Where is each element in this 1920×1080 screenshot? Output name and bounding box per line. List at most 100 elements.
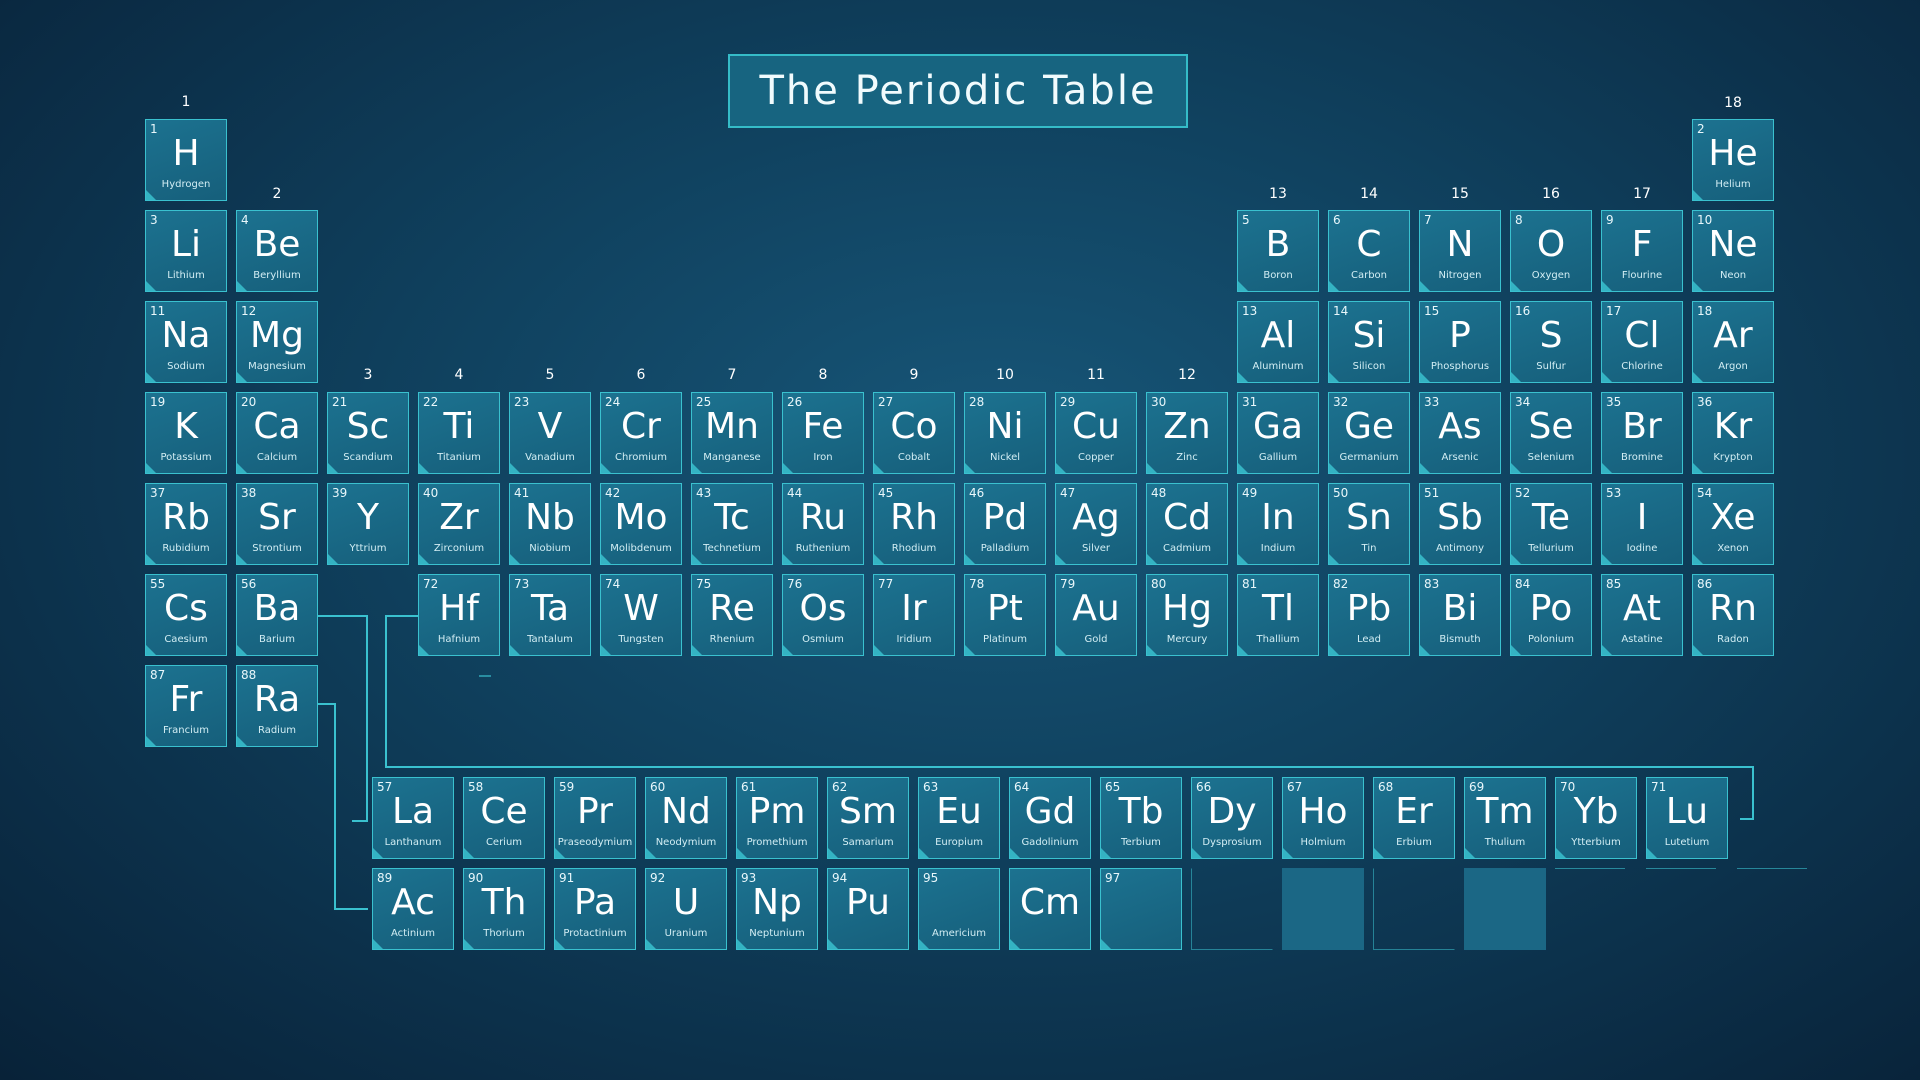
element-tile-sm[interactable]: 62 Sm Samarium — [827, 777, 909, 859]
element-tile-eu[interactable]: 63 Eu Europium — [918, 777, 1000, 859]
element-tile-rb[interactable]: 37 Rb Rubidium — [145, 483, 227, 565]
element-tile-rh[interactable]: 45 Rh Rhodium — [873, 483, 955, 565]
element-tile-as[interactable]: 33 As Arsenic — [1419, 392, 1501, 474]
element-tile-os[interactable]: 76 Os Osmium — [782, 574, 864, 656]
element-tile-pb[interactable]: 82 Pb Lead — [1328, 574, 1410, 656]
element-tile-ge[interactable]: 32 Ge Germanium — [1328, 392, 1410, 474]
element-tile-th[interactable]: 90 Th Thorium — [463, 868, 545, 950]
element-tile-gd[interactable]: 64 Gd Gadolinium — [1009, 777, 1091, 859]
element-tile-zn[interactable]: 30 Zn Zinc — [1146, 392, 1228, 474]
element-tile-la[interactable]: 57 La Lanthanum — [372, 777, 454, 859]
element-tile-se[interactable]: 34 Se Selenium — [1510, 392, 1592, 474]
element-tile-in[interactable]: 49 In Indium — [1237, 483, 1319, 565]
element-tile-pa[interactable]: 91 Pa Protactinium — [554, 868, 636, 950]
element-tile-sb[interactable]: 51 Sb Antimony — [1419, 483, 1501, 565]
element-tile-s[interactable]: 16 S Sulfur — [1510, 301, 1592, 383]
element-tile-be[interactable]: 4 Be Beryllium — [236, 210, 318, 292]
element-tile-tc[interactable]: 43 Tc Technetium — [691, 483, 773, 565]
element-tile-ac[interactable]: 89 Ac Actinium — [372, 868, 454, 950]
element-tile-mg[interactable]: 12 Mg Magnesium — [236, 301, 318, 383]
corner-accent — [1420, 462, 1431, 473]
element-tile-fr[interactable]: 87 Fr Francium — [145, 665, 227, 747]
element-tile-k[interactable]: 19 K Potassium — [145, 392, 227, 474]
element-tile-po[interactable]: 84 Po Polonium — [1510, 574, 1592, 656]
element-tile-fe[interactable]: 26 Fe Iron — [782, 392, 864, 474]
element-tile-nd[interactable]: 60 Nd Neodymium — [645, 777, 727, 859]
element-tile-cd[interactable]: 48 Cd Cadmium — [1146, 483, 1228, 565]
element-tile-he[interactable]: 2 He Helium — [1692, 119, 1774, 201]
element-tile-yb[interactable]: 70 Yb Ytterbium — [1555, 777, 1637, 859]
element-tile-mn[interactable]: 25 Mn Manganese — [691, 392, 773, 474]
element-tile[interactable]: 97 — [1100, 868, 1182, 950]
element-tile-hg[interactable]: 80 Hg Mercury — [1146, 574, 1228, 656]
element-tile-c[interactable]: 6 C Carbon — [1328, 210, 1410, 292]
element-tile-ar[interactable]: 18 Ar Argon — [1692, 301, 1774, 383]
element-tile-ra[interactable]: 88 Ra Radium — [236, 665, 318, 747]
element-tile-mo[interactable]: 42 Mo Molibdenum — [600, 483, 682, 565]
element-symbol: Si — [1352, 315, 1386, 356]
element-tile-ce[interactable]: 58 Ce Cerium — [463, 777, 545, 859]
element-tile-cl[interactable]: 17 Cl Chlorine — [1601, 301, 1683, 383]
element-tile-ru[interactable]: 44 Ru Ruthenium — [782, 483, 864, 565]
element-tile-w[interactable]: 74 W Tungsten — [600, 574, 682, 656]
element-tile-ag[interactable]: 47 Ag Silver — [1055, 483, 1137, 565]
element-tile-pm[interactable]: 61 Pm Promethium — [736, 777, 818, 859]
element-tile-er[interactable]: 68 Er Erbium — [1373, 777, 1455, 859]
element-tile-o[interactable]: 8 O Oxygen — [1510, 210, 1592, 292]
element-tile-cs[interactable]: 55 Cs Caesium — [145, 574, 227, 656]
element-tile-v[interactable]: 23 V Vanadium — [509, 392, 591, 474]
element-tile-ho[interactable]: 67 Ho Holmium — [1282, 777, 1364, 859]
element-tile[interactable]: 95 Americium — [918, 868, 1000, 950]
element-name: Praseodymium — [557, 837, 633, 848]
element-tile-h[interactable]: 1 H Hydrogen — [145, 119, 227, 201]
element-tile-au[interactable]: 79 Au Gold — [1055, 574, 1137, 656]
element-tile-tm[interactable]: 69 Tm Thulium — [1464, 777, 1546, 859]
element-tile-kr[interactable]: 36 Kr Krypton — [1692, 392, 1774, 474]
element-tile-sc[interactable]: 21 Sc Scandium — [327, 392, 409, 474]
element-tile-bi[interactable]: 83 Bi Bismuth — [1419, 574, 1501, 656]
element-tile-cr[interactable]: 24 Cr Chromium — [600, 392, 682, 474]
element-tile-co[interactable]: 27 Co Cobalt — [873, 392, 955, 474]
element-tile-pr[interactable]: 59 Pr Praseodymium — [554, 777, 636, 859]
element-tile-ne[interactable]: 10 Ne Neon — [1692, 210, 1774, 292]
element-tile-lu[interactable]: 71 Lu Lutetium — [1646, 777, 1728, 859]
element-tile-pt[interactable]: 78 Pt Platinum — [964, 574, 1046, 656]
element-tile-br[interactable]: 35 Br Bromine — [1601, 392, 1683, 474]
element-tile-li[interactable]: 3 Li Lithium — [145, 210, 227, 292]
element-tile-hf[interactable]: 72 Hf Hafnium — [418, 574, 500, 656]
element-tile-tl[interactable]: 81 Tl Thallium — [1237, 574, 1319, 656]
element-tile-ir[interactable]: 77 Ir Iridium — [873, 574, 955, 656]
element-tile-ca[interactable]: 20 Ca Calcium — [236, 392, 318, 474]
element-tile-ni[interactable]: 28 Ni Nickel — [964, 392, 1046, 474]
element-tile-xe[interactable]: 54 Xe Xenon — [1692, 483, 1774, 565]
element-tile-pu[interactable]: 94 Pu — [827, 868, 909, 950]
element-tile-i[interactable]: 53 I Iodine — [1601, 483, 1683, 565]
element-tile-y[interactable]: 39 Y Yttrium — [327, 483, 409, 565]
element-tile-ta[interactable]: 73 Ta Tantalum — [509, 574, 591, 656]
element-tile-at[interactable]: 85 At Astatine — [1601, 574, 1683, 656]
element-tile-zr[interactable]: 40 Zr Zirconium — [418, 483, 500, 565]
element-tile-nb[interactable]: 41 Nb Niobium — [509, 483, 591, 565]
element-tile-sn[interactable]: 50 Sn Tin — [1328, 483, 1410, 565]
element-tile-ti[interactable]: 22 Ti Titanium — [418, 392, 500, 474]
element-tile-n[interactable]: 7 N Nitrogen — [1419, 210, 1501, 292]
element-tile-p[interactable]: 15 P Phosphorus — [1419, 301, 1501, 383]
element-tile-al[interactable]: 13 Al Aluminum — [1237, 301, 1319, 383]
element-tile-np[interactable]: 93 Np Neptunium — [736, 868, 818, 950]
element-tile-b[interactable]: 5 B Boron — [1237, 210, 1319, 292]
element-tile-u[interactable]: 92 U Uranium — [645, 868, 727, 950]
element-tile-re[interactable]: 75 Re Rhenium — [691, 574, 773, 656]
element-tile-tb[interactable]: 65 Tb Terbium — [1100, 777, 1182, 859]
element-tile-te[interactable]: 52 Te Tellurium — [1510, 483, 1592, 565]
element-tile-ga[interactable]: 31 Ga Gallium — [1237, 392, 1319, 474]
element-tile-sr[interactable]: 38 Sr Strontium — [236, 483, 318, 565]
element-tile-cu[interactable]: 29 Cu Copper — [1055, 392, 1137, 474]
element-tile-pd[interactable]: 46 Pd Palladium — [964, 483, 1046, 565]
element-tile-ba[interactable]: 56 Ba Barium — [236, 574, 318, 656]
element-tile-rn[interactable]: 86 Rn Radon — [1692, 574, 1774, 656]
element-tile-cm[interactable]: Cm — [1009, 868, 1091, 950]
element-tile-f[interactable]: 9 F Flourine — [1601, 210, 1683, 292]
element-tile-na[interactable]: 11 Na Sodium — [145, 301, 227, 383]
element-tile-dy[interactable]: 66 Dy Dysprosium — [1191, 777, 1273, 859]
element-tile-si[interactable]: 14 Si Silicon — [1328, 301, 1410, 383]
